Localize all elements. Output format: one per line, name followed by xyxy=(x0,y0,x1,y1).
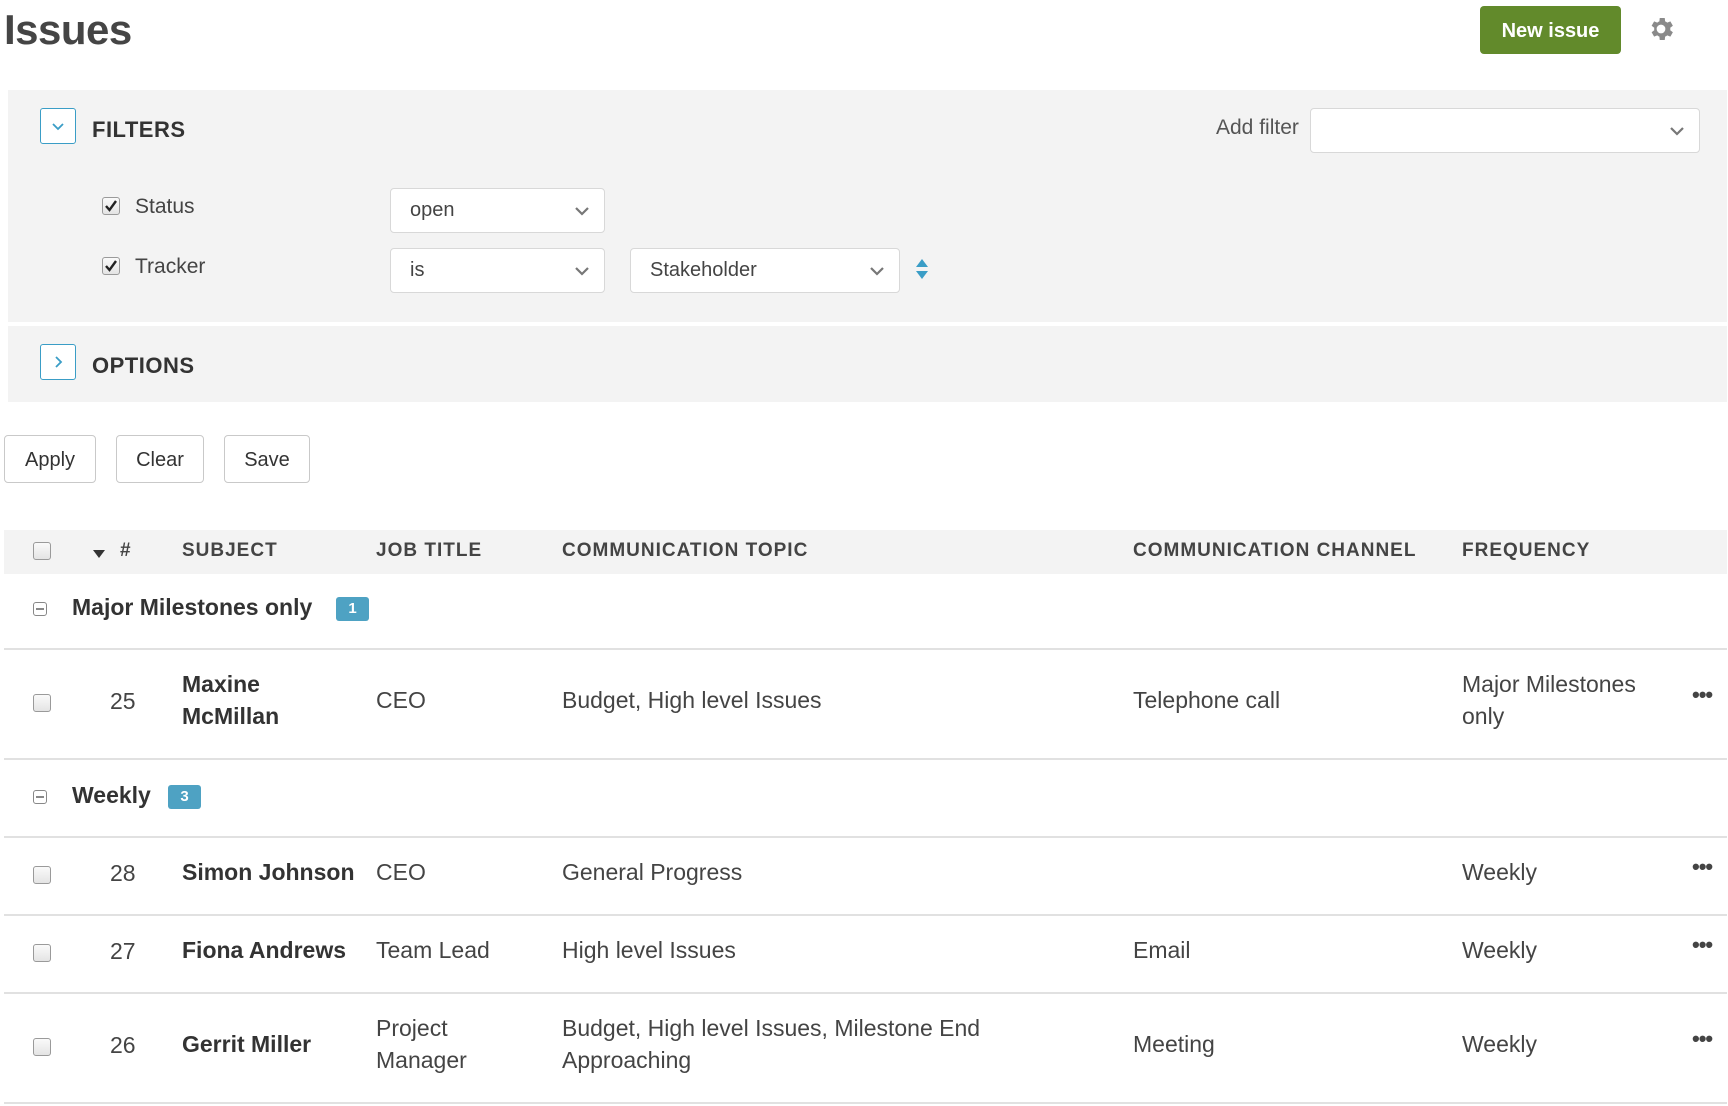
job-title-cell: Project Manager xyxy=(376,1012,467,1076)
toggle-multiselect-icon[interactable] xyxy=(915,258,929,285)
column-header-job-title[interactable]: JOB TITLE xyxy=(376,540,482,562)
check-icon xyxy=(105,200,117,212)
communication-topic-cell: General Progress xyxy=(562,859,743,885)
topic-line: Approaching xyxy=(562,1047,692,1073)
issue-subject-link[interactable]: Gerrit Miller xyxy=(182,1028,311,1060)
communication-topic-cell: High level Issues xyxy=(562,937,736,963)
collapse-group-icon[interactable] xyxy=(33,790,47,804)
issue-subject-link[interactable]: Fiona Andrews xyxy=(182,934,346,966)
issue-id[interactable]: 28 xyxy=(110,860,136,887)
topic-line: Budget, High level Issues, Milestone End xyxy=(562,1015,981,1041)
job-title-cell: CEO xyxy=(376,859,426,885)
options-toggle-button[interactable] xyxy=(40,344,76,380)
chevron-down-icon xyxy=(1670,126,1684,136)
group-title: Major Milestones only xyxy=(72,594,313,620)
row-divider xyxy=(4,992,1727,994)
job-title-cell: Team Lead xyxy=(376,937,490,963)
select-all-checkbox[interactable] xyxy=(33,542,51,560)
communication-topic-cell: Budget, High level Issues, Milestone End… xyxy=(562,1012,980,1076)
column-header-communication-channel[interactable]: COMMUNICATION CHANNEL xyxy=(1133,540,1416,562)
frequency-cell: Weekly xyxy=(1462,937,1537,963)
frequency-line: Major Milestones xyxy=(1462,671,1636,697)
clear-button[interactable]: Clear xyxy=(116,435,204,483)
save-button[interactable]: Save xyxy=(224,435,310,483)
row-divider xyxy=(4,758,1727,760)
row-divider xyxy=(4,648,1727,650)
communication-channel-cell: Meeting xyxy=(1133,1031,1215,1057)
communication-channel-cell: Email xyxy=(1133,937,1191,963)
filters-toggle-button[interactable] xyxy=(40,108,76,144)
row-checkbox[interactable] xyxy=(33,694,51,712)
row-menu-icon[interactable]: ••• xyxy=(1692,682,1713,708)
apply-button[interactable]: Apply xyxy=(4,435,96,483)
options-panel xyxy=(8,326,1727,402)
issue-subject-link[interactable]: Maxine McMillan xyxy=(182,668,279,732)
gear-icon[interactable] xyxy=(1646,14,1676,44)
new-issue-button[interactable]: New issue xyxy=(1480,6,1621,54)
communication-topic-cell: Budget, High level Issues xyxy=(562,687,822,713)
group-title: Weekly xyxy=(72,782,151,808)
tracker-filter-label: Tracker xyxy=(135,255,206,278)
job-title-cell: CEO xyxy=(376,687,426,713)
issue-id[interactable]: 25 xyxy=(110,688,136,715)
row-checkbox[interactable] xyxy=(33,944,51,962)
row-menu-icon[interactable]: ••• xyxy=(1692,932,1713,958)
tracker-operator-select[interactable]: is xyxy=(390,248,605,293)
status-operator-select[interactable]: open xyxy=(390,188,605,233)
job-title-line: Project xyxy=(376,1015,448,1041)
add-filter-label: Add filter xyxy=(1216,116,1299,139)
issue-subject-link[interactable]: Simon Johnson xyxy=(182,856,355,888)
issue-subject-line: Maxine xyxy=(182,671,260,697)
job-title-line: Manager xyxy=(376,1047,467,1073)
chevron-down-icon xyxy=(575,206,589,216)
add-filter-select[interactable] xyxy=(1310,108,1700,153)
chevron-down-icon xyxy=(52,123,64,131)
column-header-frequency[interactable]: FREQUENCY xyxy=(1462,540,1590,562)
options-title: OPTIONS xyxy=(92,353,195,378)
issue-subject-line: McMillan xyxy=(182,703,280,729)
issue-id[interactable]: 27 xyxy=(110,938,136,965)
group-count-badge: 3 xyxy=(168,785,201,809)
row-divider xyxy=(4,836,1727,838)
chevron-right-icon xyxy=(55,356,63,368)
row-checkbox[interactable] xyxy=(33,866,51,884)
communication-channel-cell: Telephone call xyxy=(1133,687,1281,713)
sort-desc-icon xyxy=(92,546,106,564)
column-header-subject[interactable]: SUBJECT xyxy=(182,540,278,562)
group-count-badge: 1 xyxy=(336,597,369,621)
filters-title: FILTERS xyxy=(92,117,186,142)
chevron-down-icon xyxy=(870,266,884,276)
frequency-cell: Weekly xyxy=(1462,859,1537,885)
column-header-communication-topic[interactable]: COMMUNICATION TOPIC xyxy=(562,540,808,562)
collapse-group-icon[interactable] xyxy=(33,602,47,616)
check-icon xyxy=(105,260,117,272)
row-divider xyxy=(4,1102,1727,1104)
row-menu-icon[interactable]: ••• xyxy=(1692,854,1713,880)
tracker-value-select[interactable]: Stakeholder xyxy=(630,248,900,293)
row-checkbox[interactable] xyxy=(33,1038,51,1056)
frequency-cell: Major Milestones only xyxy=(1462,668,1636,732)
row-divider xyxy=(4,914,1727,916)
column-header-id[interactable]: # xyxy=(120,540,132,562)
frequency-cell: Weekly xyxy=(1462,1031,1537,1057)
tracker-filter-checkbox[interactable] xyxy=(102,257,120,275)
status-filter-label: Status xyxy=(135,195,195,218)
issue-id[interactable]: 26 xyxy=(110,1032,136,1059)
page-title: Issues xyxy=(4,6,132,53)
row-menu-icon[interactable]: ••• xyxy=(1692,1026,1713,1052)
frequency-line: only xyxy=(1462,703,1505,729)
status-filter-checkbox[interactable] xyxy=(102,197,120,215)
chevron-down-icon xyxy=(575,266,589,276)
